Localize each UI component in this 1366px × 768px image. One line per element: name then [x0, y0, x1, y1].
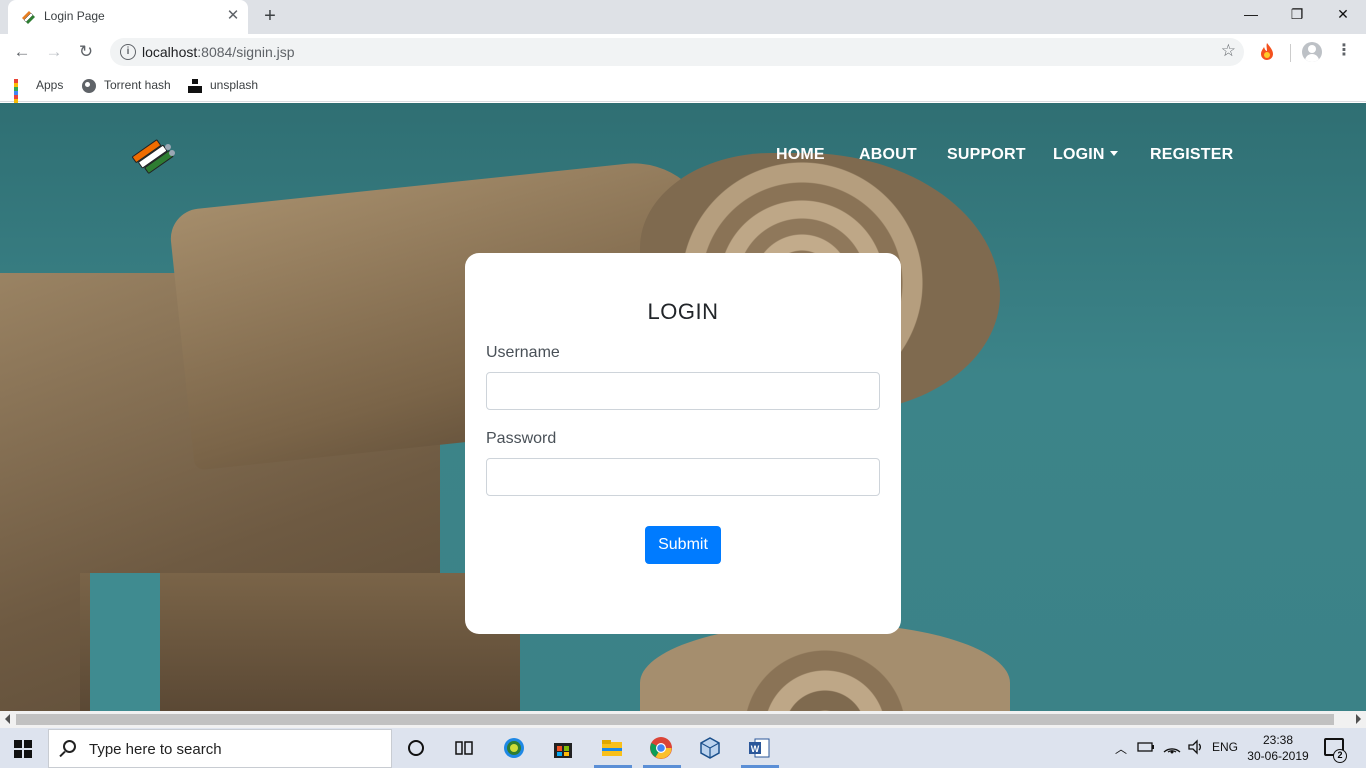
- password-label: Password: [486, 430, 557, 447]
- file-explorer-icon[interactable]: [600, 736, 624, 760]
- bookmark-label: Apps: [36, 78, 64, 92]
- login-card: LOGIN Username Password Submit: [465, 253, 901, 634]
- password-input[interactable]: [486, 458, 880, 496]
- tab-title: Login Page: [44, 9, 105, 23]
- background-sky-gap: [90, 573, 160, 711]
- bookmark-apps[interactable]: Apps: [14, 77, 64, 115]
- apps-grid-icon: [14, 78, 28, 115]
- bookmark-label: unsplash: [210, 78, 259, 92]
- close-tab-icon[interactable]: ✕: [224, 7, 242, 25]
- scroll-left-icon[interactable]: [5, 714, 10, 724]
- taskbar-clock[interactable]: 23:38 30-06-2019: [1246, 732, 1310, 764]
- close-window-icon[interactable]: ✕: [1320, 0, 1366, 30]
- store-icon[interactable]: [551, 736, 575, 760]
- maximize-window-icon[interactable]: ❐: [1274, 0, 1320, 30]
- taskbar-search-box[interactable]: Type here to search: [48, 729, 392, 768]
- language-indicator[interactable]: ENG: [1212, 740, 1238, 754]
- wifi-icon[interactable]: [1162, 738, 1182, 756]
- bookmark-torrent-hash[interactable]: Torrent hash: [82, 77, 171, 95]
- windows-taskbar: Type here to search W ︿ ENG 23:38 30-06-…: [0, 728, 1366, 768]
- browser-menu-icon[interactable]: ⋮: [1336, 41, 1352, 63]
- nav-about-link[interactable]: ABOUT: [859, 146, 917, 164]
- username-input[interactable]: [486, 372, 880, 410]
- site-logo-icon[interactable]: [128, 137, 178, 177]
- chrome-icon[interactable]: [649, 736, 673, 760]
- address-bar[interactable]: i localhost:8084/signin.jsp ☆: [110, 38, 1244, 66]
- unsplash-icon: [188, 78, 202, 93]
- background-stone-spiral: [640, 623, 1010, 711]
- nav-support-link[interactable]: SUPPORT: [947, 146, 1026, 164]
- bookmark-star-icon[interactable]: ☆: [1221, 41, 1236, 61]
- back-arrow-icon[interactable]: ←: [10, 40, 34, 64]
- site-favicon-icon: [22, 11, 35, 24]
- volume-icon[interactable]: [1186, 738, 1206, 756]
- forward-arrow-icon[interactable]: →: [42, 40, 66, 64]
- cortana-icon[interactable]: [404, 736, 428, 760]
- task-view-icon[interactable]: [452, 736, 476, 760]
- svg-text:W: W: [751, 744, 760, 754]
- new-tab-button[interactable]: +: [258, 5, 282, 29]
- nav-login-dropdown[interactable]: LOGIN: [1053, 146, 1118, 164]
- profile-avatar-icon[interactable]: [1302, 42, 1322, 62]
- virtualbox-icon[interactable]: [698, 736, 722, 760]
- scroll-right-icon[interactable]: [1356, 714, 1361, 724]
- bookmark-unsplash[interactable]: unsplash: [188, 77, 258, 95]
- scrollbar-thumb[interactable]: [16, 714, 1334, 725]
- clock-date: 30-06-2019: [1247, 749, 1309, 763]
- extension-flame-icon[interactable]: [1258, 42, 1276, 62]
- url-host: localhost: [142, 44, 198, 60]
- edge-dev-icon[interactable]: [502, 736, 526, 760]
- clock-time: 23:38: [1262, 733, 1294, 747]
- word-icon[interactable]: W: [747, 736, 771, 760]
- url-path: :8084/signin.jsp: [197, 44, 295, 60]
- caret-down-icon: [1109, 150, 1118, 156]
- minimize-window-icon[interactable]: —: [1228, 0, 1274, 30]
- toolbar-separator: [1290, 44, 1291, 62]
- horizontal-scrollbar[interactable]: [0, 711, 1366, 728]
- login-title: LOGIN: [647, 299, 719, 324]
- nav-register-link[interactable]: REGISTER: [1150, 146, 1233, 164]
- browser-tab[interactable]: Login Page ✕: [8, 0, 248, 34]
- show-hidden-icons-icon[interactable]: ︿: [1115, 740, 1127, 757]
- bookmark-label: Torrent hash: [104, 78, 171, 92]
- search-placeholder: Type here to search: [89, 741, 222, 758]
- search-icon: [63, 740, 76, 753]
- submit-button[interactable]: Submit: [645, 526, 721, 564]
- username-label: Username: [486, 344, 560, 361]
- windows-start-icon[interactable]: [14, 740, 32, 758]
- url-text[interactable]: localhost:8084/signin.jsp: [142, 44, 295, 60]
- battery-icon[interactable]: [1136, 738, 1156, 756]
- browser-tab-strip: Login Page ✕ + — ❐ ✕: [0, 0, 1366, 34]
- nav-home-link[interactable]: HOME: [776, 146, 825, 164]
- reload-icon[interactable]: ↻: [74, 40, 98, 64]
- browser-toolbar: ← → ↻ i localhost:8084/signin.jsp ☆ ⋮: [0, 34, 1366, 70]
- page-viewport: HOME ABOUT SUPPORT LOGIN REGISTER LOGIN …: [0, 103, 1366, 711]
- bookmarks-bar: Apps Torrent hash unsplash: [0, 70, 1366, 115]
- nav-login-label: LOGIN: [1053, 146, 1105, 163]
- notification-count-badge: 2: [1333, 749, 1347, 763]
- globe-icon: [82, 78, 96, 93]
- site-info-icon[interactable]: i: [120, 44, 136, 60]
